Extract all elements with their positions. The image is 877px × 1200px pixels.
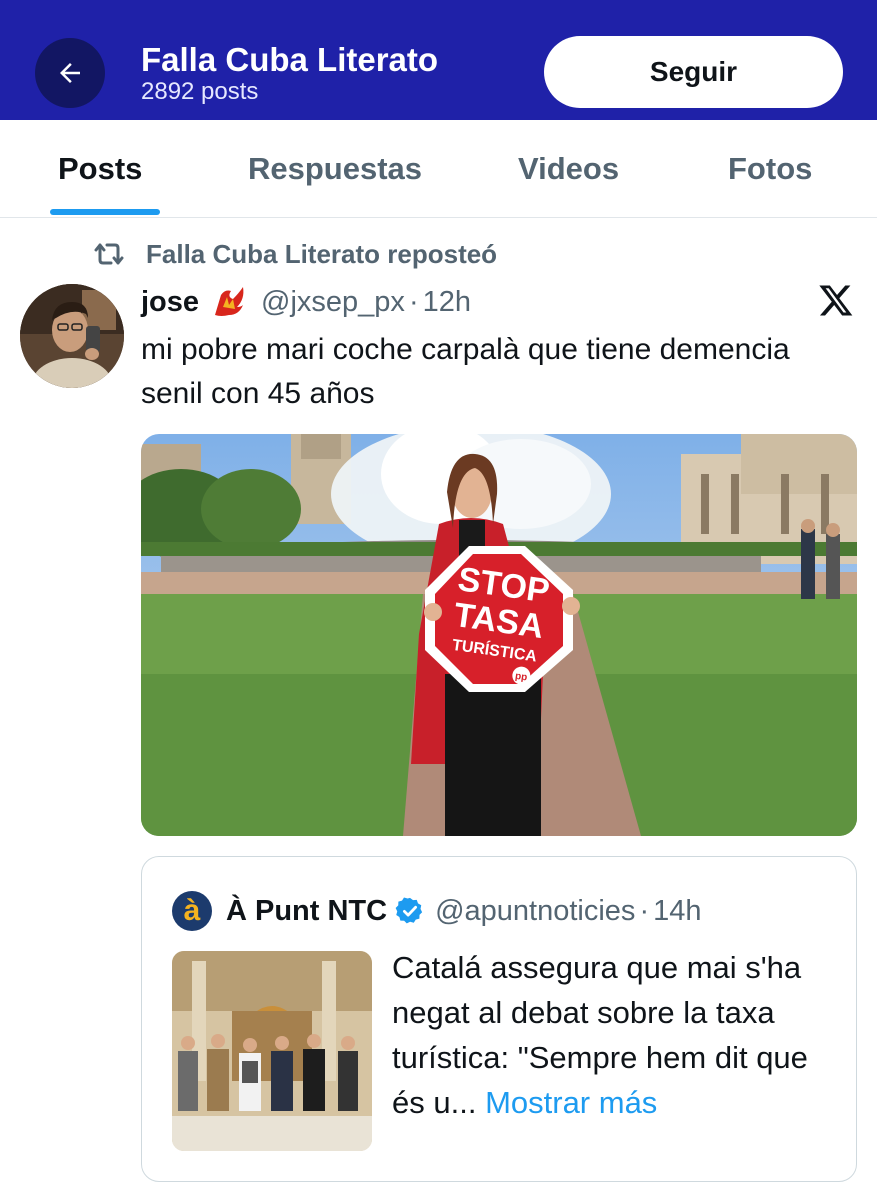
quoted-meta-separator: · (639, 894, 650, 927)
avatar[interactable] (20, 284, 124, 388)
tab-videos[interactable]: Videos (518, 150, 619, 188)
sign-logo: pp (514, 671, 528, 684)
author-name[interactable]: jose (141, 286, 199, 319)
show-more-link[interactable]: Mostrar más (485, 1085, 657, 1120)
apunt-logo-icon: à (172, 891, 212, 931)
profile-tabs: Posts Respuestas Videos Fotos (0, 120, 877, 218)
quoted-post-time[interactable]: 14h (653, 895, 701, 928)
quoted-post-header: à À Punt NTC @apuntnoticies · 14h (172, 891, 702, 931)
post-count: 2892 posts (141, 78, 259, 105)
meta-separator: · (408, 285, 419, 318)
quoted-author-name[interactable]: À Punt NTC (226, 895, 387, 928)
quoted-post[interactable]: à À Punt NTC @apuntnoticies · 14h Catalá… (141, 856, 857, 1182)
post-time[interactable]: 12h (423, 286, 471, 319)
post-text: mi pobre mari coche carpalà que tiene de… (141, 333, 790, 410)
repost-indicator[interactable]: Falla Cuba Literato reposteó (92, 236, 497, 272)
flame-flag-icon (215, 287, 244, 316)
profile-header: Falla Cuba Literato 2892 posts Seguir (0, 0, 877, 120)
apunt-logo-glyph: à (183, 894, 201, 927)
arrow-left-icon (60, 63, 80, 83)
tab-photos[interactable]: Fotos (728, 150, 812, 188)
verified-badge-icon (395, 897, 423, 924)
post-header: jose @jxsep_px · 12h (141, 284, 471, 320)
repost-icon (94, 243, 124, 265)
post-image[interactable]: STOP TASA TURÍSTICA pp (141, 434, 857, 836)
back-button[interactable] (35, 38, 105, 108)
tab-replies[interactable]: Respuestas (248, 150, 422, 188)
active-tab-indicator (50, 209, 160, 215)
author-handle[interactable]: @jxsep_px (261, 286, 405, 319)
x-logo-icon[interactable] (818, 282, 854, 318)
repost-label: Falla Cuba Literato reposteó (146, 238, 498, 269)
profile-name: Falla Cuba Literato (141, 41, 439, 78)
quoted-post-text: Catalá assegura que mai s'ha negat al de… (392, 945, 842, 1125)
tab-posts[interactable]: Posts (58, 150, 142, 188)
follow-button[interactable]: Seguir (544, 36, 843, 108)
quoted-post-thumbnail[interactable] (172, 951, 372, 1151)
quoted-author-handle[interactable]: @apuntnoticies (435, 895, 635, 928)
